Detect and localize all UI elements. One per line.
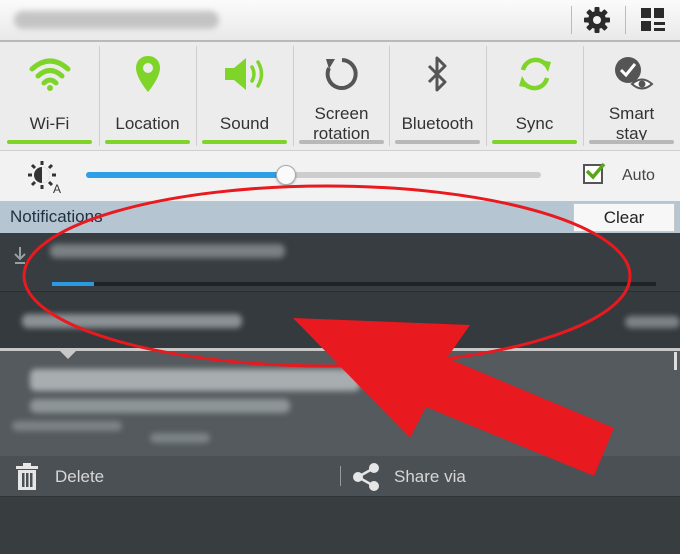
- blurred-notification-text: [12, 421, 122, 431]
- toggle-label: Location: [115, 114, 180, 133]
- toggle-indicator: [299, 140, 384, 144]
- toggle-indicator: [7, 140, 92, 144]
- blurred-notification-title: [50, 244, 285, 258]
- toggle-indicator: [105, 140, 190, 144]
- notification-item[interactable]: [0, 291, 680, 348]
- toggle-label: Screen rotation: [313, 104, 370, 143]
- blurred-notification-text: [625, 316, 680, 328]
- toggle-indicator: [492, 140, 577, 144]
- location-icon: [100, 44, 195, 104]
- toggle-label: Sound: [219, 114, 270, 133]
- toggle-wifi[interactable]: Wi-Fi: [2, 44, 97, 148]
- delete-button[interactable]: Delete: [0, 456, 338, 496]
- notification-expanded[interactable]: [0, 348, 680, 459]
- toggle-smart-stay[interactable]: Smart stay: [584, 44, 679, 148]
- screen-rotation-icon: [294, 44, 389, 104]
- share-label: Share via: [394, 467, 466, 486]
- download-progress-fill: [52, 282, 95, 286]
- toggle-screen-rotation[interactable]: Screen rotation: [294, 44, 389, 148]
- quick-settings-panel: Wi-Fi Location Sound Screen rotation Blu…: [0, 42, 680, 151]
- toggle-indicator: [395, 140, 480, 144]
- svg-text:A: A: [53, 182, 61, 194]
- smart-stay-icon: [584, 44, 679, 104]
- divider: [625, 6, 626, 34]
- trash-icon: [14, 463, 40, 496]
- blurred-notification-text: [22, 314, 242, 328]
- auto-brightness-checkbox[interactable]: [583, 162, 606, 184]
- sound-icon: [197, 44, 292, 104]
- download-icon: [14, 245, 26, 275]
- wifi-icon: [2, 44, 97, 104]
- expand-pointer: [57, 348, 79, 359]
- toggle-label: Bluetooth: [401, 114, 474, 133]
- toggle-location[interactable]: Location: [100, 44, 195, 148]
- clear-button[interactable]: Clear: [573, 203, 675, 232]
- brightness-icon: A: [26, 160, 66, 199]
- divider: [571, 6, 572, 34]
- bluetooth-icon: [390, 44, 485, 104]
- brightness-slider-fill: [86, 172, 287, 178]
- toggle-label: Sync: [515, 114, 554, 133]
- download-progress-track: [52, 282, 656, 286]
- edit-tiles-icon[interactable]: [632, 0, 674, 40]
- share-button[interactable]: Share via: [341, 456, 680, 496]
- share-icon: [351, 462, 381, 497]
- status-bar: [0, 0, 680, 42]
- panel-bottom: [0, 496, 680, 554]
- toggle-indicator: [589, 140, 674, 144]
- sync-icon: [487, 44, 582, 104]
- delete-label: Delete: [55, 467, 105, 486]
- blurred-notification-text: [30, 369, 360, 391]
- toggle-label: Wi-Fi: [29, 114, 70, 133]
- auto-brightness-label: Auto: [622, 167, 655, 184]
- toggle-sound[interactable]: Sound: [197, 44, 292, 148]
- notifications-title: Notifications: [10, 207, 103, 226]
- settings-gear-icon[interactable]: [576, 0, 618, 40]
- toggle-indicator: [202, 140, 287, 144]
- blurred-notification-text: [150, 433, 210, 443]
- toggle-label: Smart stay: [608, 104, 655, 143]
- blurred-notification-text: [30, 399, 290, 413]
- blurred-app-title: [14, 11, 219, 29]
- toggle-bluetooth[interactable]: Bluetooth: [390, 44, 485, 148]
- scrollbar[interactable]: [674, 352, 677, 370]
- toggle-sync[interactable]: Sync: [487, 44, 582, 148]
